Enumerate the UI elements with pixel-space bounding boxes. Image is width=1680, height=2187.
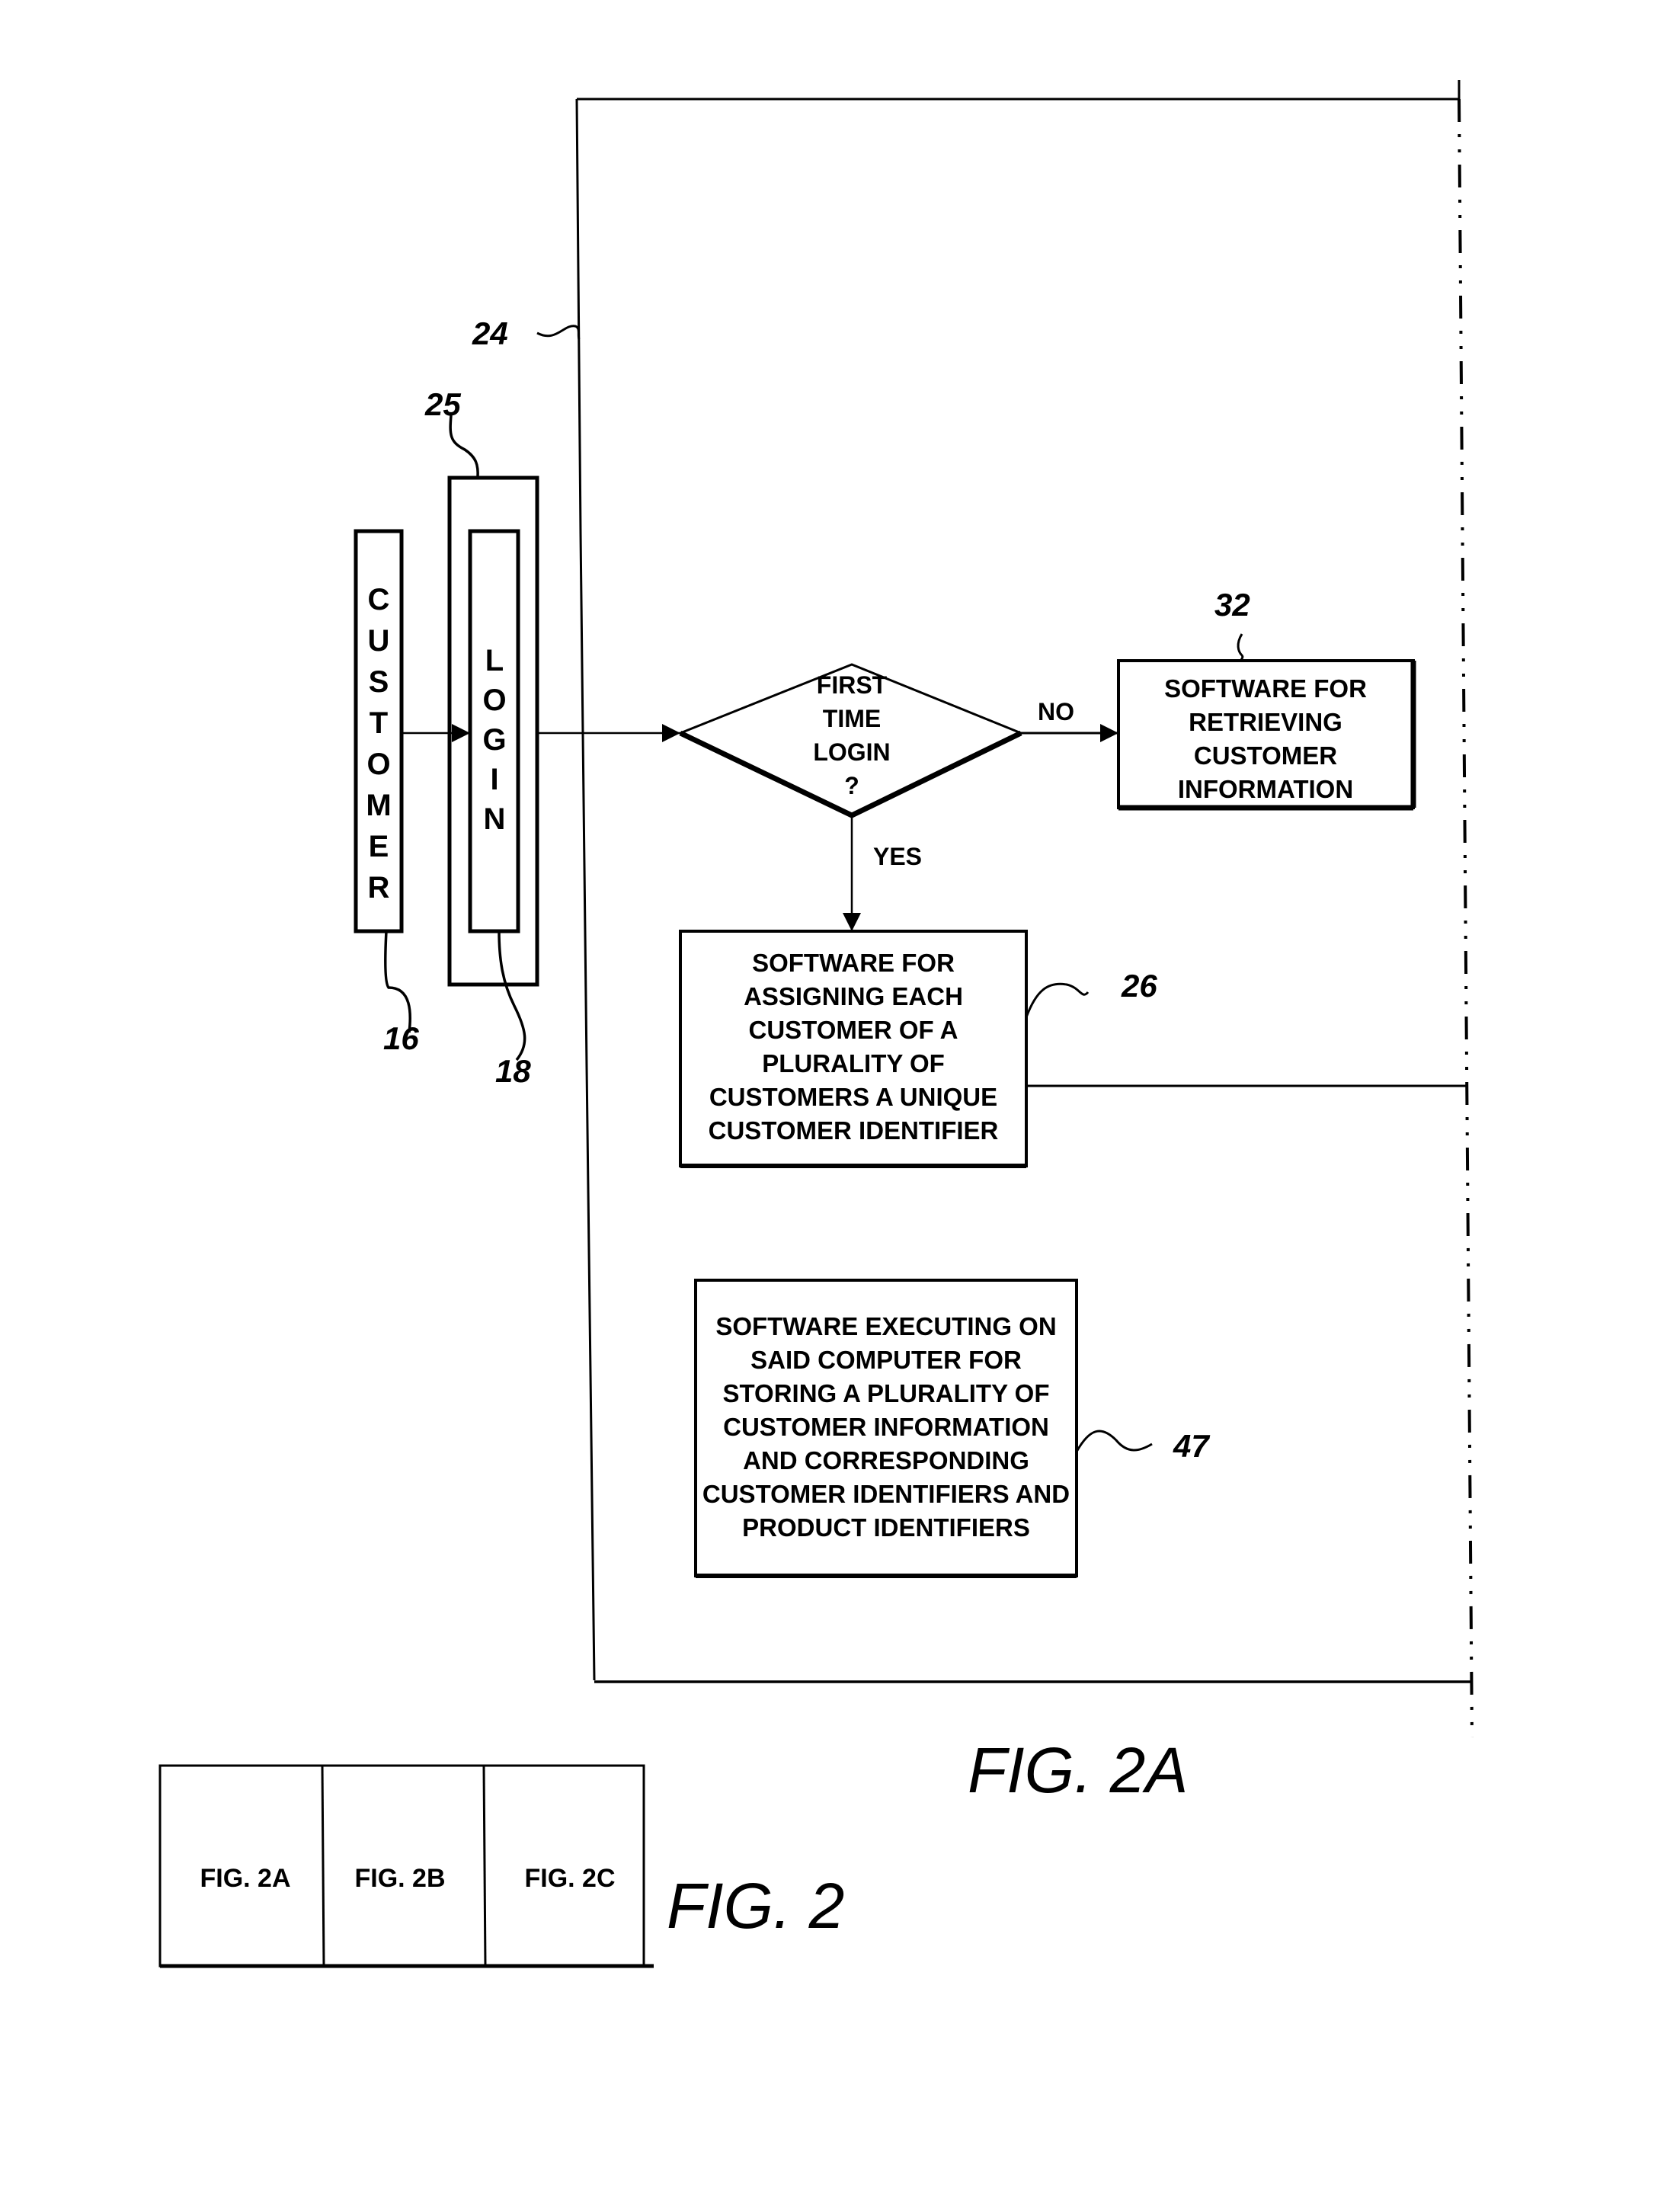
login-label-letter: G [482, 723, 506, 757]
assign-identifier-box: SOFTWARE FOR ASSIGNING EACH CUSTOMER OF A P… [679, 930, 1467, 1168]
assign-box-text-line: SOFTWARE FOR [752, 949, 955, 977]
login-label-letter: L [485, 644, 504, 677]
customer-label-letter: M [366, 789, 391, 822]
ref-number-25: 25 [424, 386, 461, 422]
continuation-dash-dot-line [1458, 98, 1474, 1738]
customer-label-letter: S [369, 665, 389, 699]
login-group: LOGIN 25 18 [424, 386, 539, 1089]
no-label: NO [1038, 698, 1074, 725]
ref-number-16: 16 [383, 1020, 419, 1056]
assign-box-text-line: CUSTOMER IDENTIFIER [709, 1116, 999, 1145]
sheet-cell-fig-2b: FIG. 2B [354, 1864, 445, 1893]
ref-number-18: 18 [495, 1053, 531, 1089]
customer-label-letter: T [370, 706, 388, 740]
retrieve-customer-info-box: SOFTWARE FOR RETRIEVING CUSTOMER INFORMATIO… [1117, 587, 1416, 811]
assign-box-text-line: CUSTOMER OF A [748, 1016, 958, 1044]
assign-box-text-line: CUSTOMERS A UNIQUE [709, 1083, 997, 1111]
sheet-map-divider-2 [482, 1765, 487, 1967]
login-label-letter: O [482, 684, 506, 717]
storing-box-text-line: PRODUCT IDENTIFIERS [742, 1513, 1030, 1542]
customer-label-letter: C [368, 583, 390, 616]
login-label-letter: I [490, 763, 498, 796]
figure-title: FIG. 2A [968, 1734, 1188, 1806]
retrieve-box-text-line: SOFTWARE FOR [1164, 674, 1367, 703]
customer-label-letter: U [368, 624, 390, 658]
decision-text-line: FIRST [817, 671, 888, 699]
login-label-vertical: LOGIN [482, 644, 506, 836]
storing-customer-info-box: SOFTWARE EXECUTING ON SAID COMPUTER FOR ST… [694, 1279, 1210, 1578]
storing-box-text: SOFTWARE EXECUTING ON SAID COMPUTER FOR ST… [702, 1312, 1070, 1542]
ref-32-leader [1237, 633, 1244, 662]
patent-diagram: 24 CUSTOMER 16 LOGIN 25 18 FIRSTTIMELOGI… [158, 80, 1474, 1968]
sheet-map-title: FIG. 2 [667, 1870, 844, 1942]
login-label-letter: N [484, 802, 506, 836]
ref-25-leader [449, 415, 479, 479]
retrieve-box-text-line: INFORMATION [1178, 775, 1353, 803]
sheet-cell-fig-2c: FIG. 2C [524, 1864, 615, 1893]
ref-47-leader [1075, 1430, 1153, 1452]
storing-box-text-line: SOFTWARE EXECUTING ON [715, 1312, 1056, 1340]
assign-box-text: SOFTWARE FOR ASSIGNING EACH CUSTOMER OF A P… [709, 949, 999, 1145]
sheet-map-divider-1 [321, 1765, 325, 1967]
ref-24-leader [536, 325, 581, 340]
retrieve-box-text-line: CUSTOMER [1194, 741, 1337, 770]
storing-box-text-line: CUSTOMER IDENTIFIERS AND [702, 1480, 1070, 1508]
storing-box-text-line: SAID COMPUTER FOR [750, 1346, 1022, 1374]
decision-text: FIRST TIME LOGIN? [813, 671, 890, 799]
storing-box-text-line: CUSTOMER INFORMATION [723, 1413, 1049, 1441]
customer-label-letter: O [366, 748, 390, 781]
customer-label-vertical: CUSTOMER [366, 583, 391, 905]
assign-box-text-line: ASSIGNING EACH [744, 982, 963, 1010]
customer-label-letter: R [368, 871, 390, 905]
ref-16-leader [384, 930, 411, 1033]
ref-number-26: 26 [1121, 968, 1157, 1004]
customer-box: CUSTOMER 16 [354, 529, 419, 1056]
ref-24-group: 24 [472, 315, 581, 351]
figure-sheet-map: FIG. 2A FIG. 2B FIG. 2C FIG. 2 [158, 1764, 844, 1968]
decision-text-line: LOGIN [813, 738, 890, 766]
ref-number-24: 24 [472, 315, 508, 351]
assign-box-text-line: PLURALITY OF [762, 1049, 945, 1077]
decision-text-line: ? [844, 772, 859, 799]
customer-label-letter: E [369, 830, 389, 863]
ref-18-leader [498, 930, 526, 1061]
storing-box-text-line: STORING A PLURALITY OF [722, 1379, 1049, 1407]
ref-number-32: 32 [1214, 587, 1250, 623]
ref-number-47: 47 [1173, 1428, 1210, 1464]
yes-label: YES [873, 843, 922, 870]
ref-26-leader [1025, 982, 1090, 1018]
decision-text-line: TIME [823, 705, 881, 732]
retrieve-box-text-line: RETRIEVING [1189, 708, 1342, 736]
sheet-cell-fig-2a: FIG. 2A [200, 1864, 290, 1893]
first-time-login-decision: FIRST TIME LOGIN? [679, 663, 1022, 818]
retrieve-box-text: SOFTWARE FOR RETRIEVING CUSTOMER INFORMATIO… [1164, 674, 1367, 803]
storing-box-text-line: AND CORRESPONDING [743, 1446, 1029, 1475]
